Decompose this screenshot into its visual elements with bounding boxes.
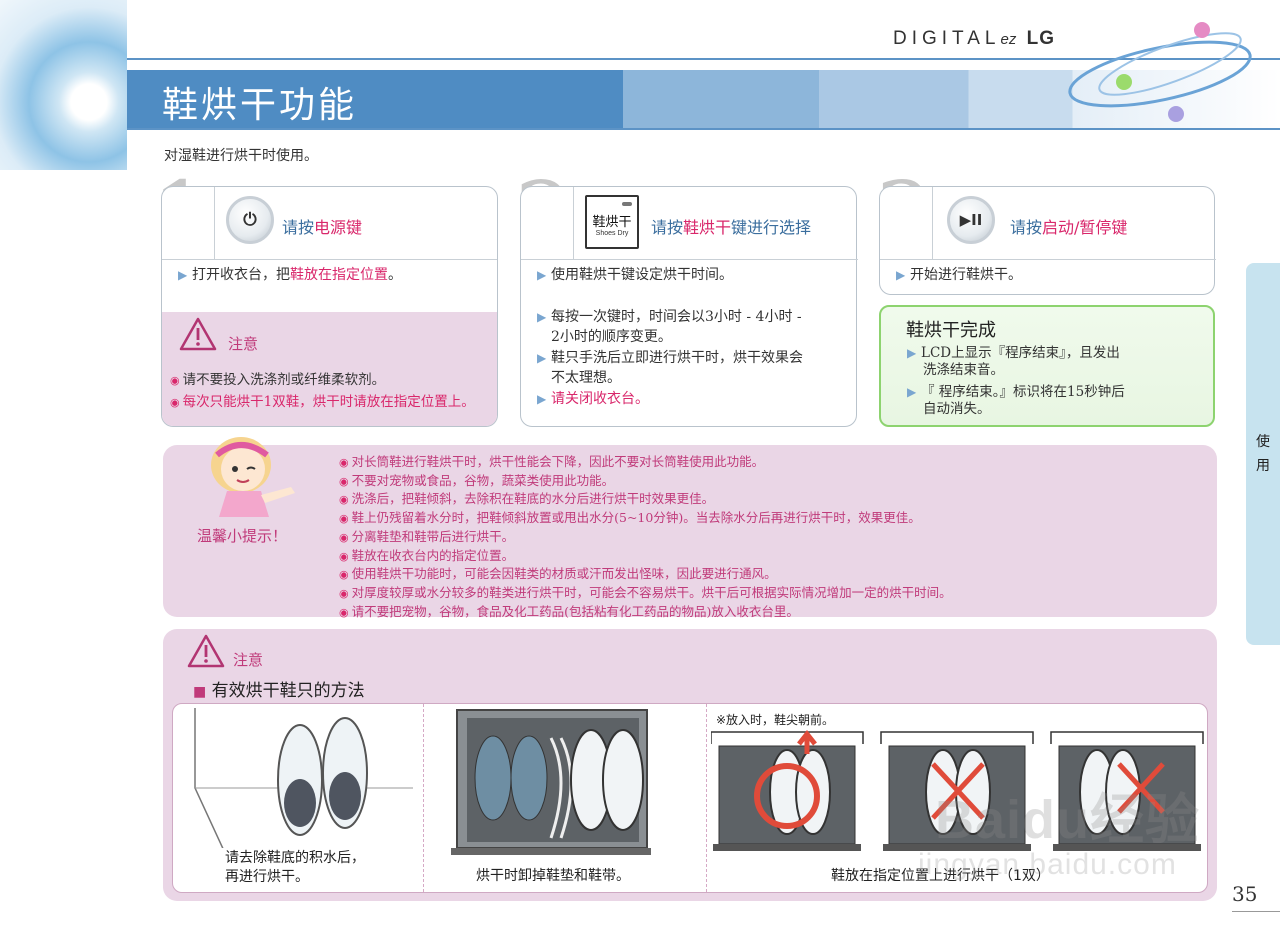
tips-label: 温馨小提示！ (197, 527, 288, 545)
step-2-card: 鞋烘干 Shoes Dry 请按鞋烘干键进行选择 ▶ 使用鞋烘干键设定烘干时间。 … (520, 186, 858, 427)
step-1-item: ▶ 打开收衣台，把鞋放在指定位置。 (178, 267, 402, 283)
brand-lg: LG (1026, 28, 1056, 49)
tip-item: ◉ 分离鞋垫和鞋带后进行烘干。 (339, 528, 515, 544)
tips-list: ◉ 对长筒鞋进行鞋烘干时，烘干性能会下降，因此不要对长筒鞋使用此功能。 ◉ 不要对宠… (339, 453, 952, 621)
power-button-icon: ⏻ (226, 196, 274, 244)
brand-ez: ez (1000, 31, 1017, 48)
step-1-card: ⏻ 请按电源键 ▶ 打开收衣台，把鞋放在指定位置。 注意 ◉ 请不要投入洗涤剂或纤维… (161, 186, 498, 427)
watermark-logo: Baidu经验 (935, 790, 1201, 850)
step-3-item: ▶ 开始进行鞋烘干。 (896, 267, 1022, 283)
tip-item: ◉ 鞋上仍残留着水分时，把鞋倾斜放置或甩出水分(5~10分钟)。当去除水分后再进行… (339, 510, 921, 526)
done-item: ▶ 『 程序结束。』标识将在15秒钟后 (907, 384, 1125, 400)
step-2-item: ▶ 每按一次键时，时间会以3小时 - 4小时 - (537, 309, 802, 325)
warning-icon (187, 634, 225, 668)
step-2-item-cont: 2小时的顺序变更。 (551, 329, 672, 345)
section-tab-label: 使用 (1256, 434, 1270, 474)
wet-shoes-illustration (194, 708, 413, 848)
tips-box: 温馨小提示！ ◉ 对长筒鞋进行鞋烘干时，烘干性能会下降，因此不要对长筒鞋使用此功能… (163, 437, 1217, 619)
caution-title: 注意 (233, 651, 264, 669)
panel-divider (423, 704, 424, 892)
tip-item: ◉ 洗涤后，把鞋倾斜，去除积在鞋底的水分后进行烘干时效果更佳。 (339, 491, 715, 507)
step-3-card: ▶II 请按启动/暂停键 ▶ 开始进行鞋烘干。 (879, 186, 1216, 295)
page-number-rule (1232, 911, 1280, 912)
method-subtitle: ■ 有效烘干鞋只的方法 (193, 681, 365, 701)
panel-divider (706, 704, 707, 892)
step-2-item: ▶ 鞋只手洗后立即进行烘干时，烘干效果会 (537, 350, 803, 366)
placement-note: ※放入时，鞋尖朝前。 (716, 713, 835, 727)
step-3-heading: 请按启动/暂停键 (1010, 218, 1128, 237)
corner-decoration (0, 0, 127, 170)
brand-digital: DIGITAL (893, 28, 1001, 49)
step-1-caution-title: 注意 (228, 335, 259, 353)
step-2-item-cont: 不太理想。 (551, 370, 621, 386)
tip-item: ◉ 不要对宠物或食品，谷物，蔬菜类使用此功能。 (339, 472, 615, 488)
done-item-cont: 洗涤结束音。 (923, 362, 1004, 378)
step-2-item: ▶ 使用鞋烘干键设定烘干时间。 (537, 267, 733, 283)
tip-item: ◉ 请不要把宠物，谷物，食品及化工药品(包括粘有化工药品的物品)放入收衣台里。 (339, 603, 799, 619)
done-item: ▶ LCD上显示『程序结束』，且发出 (907, 345, 1120, 361)
tip-item: ◉ 对厚度较厚或水分较多的鞋类进行烘干时，可能会不容易烘干。烘干后可根据实际情况增… (339, 584, 952, 600)
caption-remove-water: 请去除鞋底的积水后， 再进行烘干。 (225, 850, 365, 885)
insoles-removed-illustration (451, 709, 651, 855)
tip-item: ◉ 对长筒鞋进行鞋烘干时，烘干性能会下降，因此不要对长筒鞋使用此功能。 (339, 454, 765, 469)
caption-remove-insoles: 烘干时卸掉鞋垫和鞋带。 (476, 868, 630, 884)
done-item-cont: 自动消失。 (923, 401, 991, 417)
done-title: 鞋烘干完成 (906, 320, 996, 341)
brand-logo: DIGITALez LG (893, 28, 1055, 50)
step-1-caution-panel: 注意 ◉ 请不要投入洗涤剂或纤维柔软剂。 ◉ 每次只能烘干1双鞋，烘干时请放在指定位… (162, 312, 497, 426)
step-2-heading: 请按鞋烘干键进行选择 (651, 218, 812, 237)
warning-icon (179, 317, 217, 351)
page-title: 鞋烘干功能 (162, 85, 358, 126)
tip-item: ◉ 使用鞋烘干功能时，可能会因鞋类的材质或汗而发出怪味，因此要进行通风。 (339, 566, 777, 582)
step-1-caution-item: ◉ 每次只能烘干1双鞋，烘干时请放在指定位置上。 (170, 394, 475, 410)
girl-mascot-icon (211, 437, 295, 517)
shoes-dry-button-icon: 鞋烘干 Shoes Dry (585, 195, 639, 249)
step-2-item: ▶ 请关闭收衣台。 (537, 391, 649, 407)
step-1-heading: 请按电源键 (282, 218, 363, 237)
watermark-url: jingyan.baidu.com (918, 848, 1177, 881)
orbit-logo-icon (1068, 22, 1252, 122)
start-pause-button-icon: ▶II (947, 196, 995, 244)
tip-item: ◉ 鞋放在收衣台内的指定位置。 (339, 547, 515, 563)
title-band-rule (127, 128, 1280, 130)
step-1-caution-item: ◉ 请不要投入洗涤剂或纤维柔软剂。 (170, 372, 386, 388)
drying-complete-box: 鞋烘干完成 ▶ LCD上显示『程序结束』，且发出 洗涤结束音。 ▶ 『 程序结束。』… (879, 305, 1215, 427)
page-number: 35 (1232, 882, 1258, 906)
